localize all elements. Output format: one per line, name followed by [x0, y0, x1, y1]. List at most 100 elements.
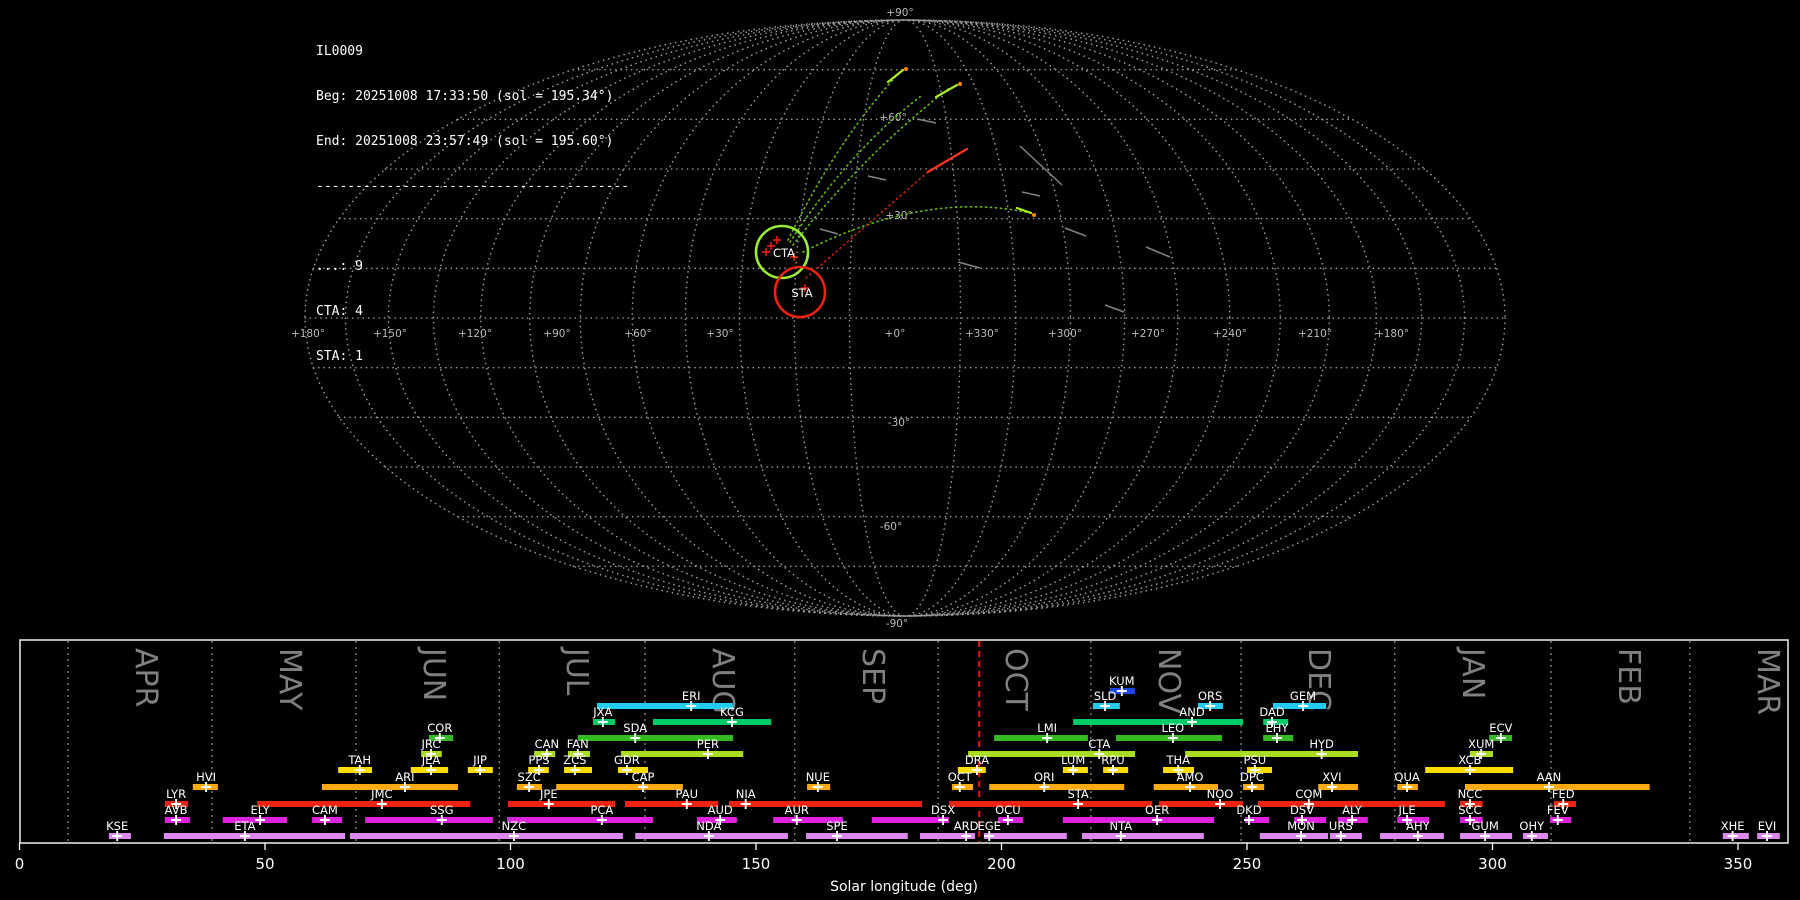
sta-count: STA: 1: [316, 349, 363, 364]
shower-code-label-gem: GEM: [1290, 689, 1316, 703]
shower-code-label-lyr: LYR: [166, 787, 186, 801]
month-label-mar: MAR: [1750, 648, 1785, 715]
shower-code-label-dad: DAD: [1259, 705, 1285, 719]
shower-code-label-eta: ETA: [234, 819, 255, 833]
shower-code-label-ahy: AHY: [1406, 819, 1431, 833]
radiant-label-sta: STA: [791, 286, 812, 300]
axis-tick-label: 0: [15, 855, 25, 873]
map-longitude-label: +240°: [1213, 328, 1247, 340]
shower-code-label-ege: EGE: [977, 819, 1000, 833]
meteor-track-dotted: [805, 171, 929, 279]
axis-tick-label: 100: [496, 855, 525, 873]
shower-bar-sta: [948, 801, 1153, 807]
shower-code-label-noo: NOO: [1207, 787, 1234, 801]
shower-code-label-fev: FEV: [1547, 803, 1569, 817]
sporadic-meteor-track: [1064, 227, 1087, 237]
map-longitude-label: +210°: [1298, 328, 1332, 340]
shower-code-label-cor: COR: [427, 721, 452, 735]
axis-tick-label: 200: [987, 855, 1016, 873]
shower-bar-kcg: [652, 719, 772, 725]
shower-bar-mon: [1259, 833, 1329, 839]
shower-bar-nzc: [349, 833, 623, 839]
shower-code-label-sda: SDA: [623, 721, 647, 735]
shower-code-label-aur: AUR: [785, 803, 809, 817]
month-label-jul: JUL: [559, 646, 594, 696]
shower-code-label-nda: NDA: [696, 819, 721, 833]
shower-code-label-leo: LEO: [1161, 721, 1184, 735]
shower-bar-oer: [1062, 817, 1215, 823]
shower-code-label-kcg: KCG: [720, 705, 744, 719]
shower-code-label-avb: AVB: [165, 803, 188, 817]
shower-code-label-scc: SCC: [1458, 803, 1481, 817]
separator-line: ----------------------------------------: [316, 179, 630, 194]
sky-map-and-timeline-plot: +180° +150° +120° +90° +60° +30° +0° +330° +300°…: [15, 7, 1789, 895]
radiant-label-cta: CTA: [773, 246, 795, 260]
sporadic-meteor-track: [1021, 191, 1041, 197]
shower-bar-lmi: [994, 735, 1088, 741]
shower-bar-and: [1073, 719, 1244, 725]
shower-code-label-fed: FED: [1552, 787, 1575, 801]
shower-code-label-aud: AUD: [708, 803, 733, 817]
shower-code-label-xhe: XHE: [1721, 819, 1745, 833]
shower-code-label-kum: KUM: [1109, 674, 1135, 688]
map-latitude-label: +60°: [879, 112, 906, 124]
shower-code-label-jle: JLE: [1398, 803, 1416, 817]
observation-info-block: IL0009 Beg: 20251008 17:33:50 (sol = 195…: [316, 14, 629, 394]
shower-code-label-hvi: HVI: [196, 770, 216, 784]
shower-code-label-spe: SPE: [826, 819, 848, 833]
meteor-track-begin-point: [904, 67, 908, 71]
shower-code-label-ard: ARD: [954, 819, 979, 833]
shower-bar-spe: [806, 833, 908, 839]
shower-code-label-dpc: DPC: [1240, 770, 1264, 784]
shower-code-label-xcb: XCB: [1458, 753, 1481, 767]
shower-code-label-oer: OER: [1145, 803, 1169, 817]
axis-tick-label: 150: [742, 855, 771, 873]
axis-tick-label: 250: [1233, 855, 1262, 873]
shower-code-label-ori: ORI: [1034, 770, 1054, 784]
shower-code-label-rpu: RPU: [1101, 753, 1124, 767]
shower-code-label-zcs: ZCS: [563, 753, 586, 767]
shower-bar-ori: [989, 784, 1125, 790]
shower-code-label-ely: ELY: [251, 803, 271, 817]
shower-bar-eri: [596, 703, 733, 709]
map-latitude-label: -30°: [888, 417, 910, 429]
meteor-track-bright-segment: [934, 83, 959, 99]
map-longitude-label: +270°: [1131, 328, 1165, 340]
shower-bar-cap: [556, 784, 683, 790]
shower-code-label-xum: XUM: [1468, 737, 1494, 751]
shower-bar-dsx: [871, 817, 949, 823]
shower-code-label-lum: LUM: [1061, 753, 1085, 767]
end-time: End: 20251008 23:57:49 (sol = 195.60°): [316, 134, 614, 149]
month-label-jun: JUN: [416, 646, 451, 701]
shower-bar-eta: [163, 833, 346, 839]
radiant-cross-marker: [762, 248, 770, 256]
shower-bar-hyd: [1185, 751, 1358, 757]
shower-code-label-szc: SZC: [518, 770, 541, 784]
shower-code-label-cam: CAM: [312, 803, 338, 817]
shower-code-label-aly: ALY: [1342, 803, 1363, 817]
meteor-track-begin-point: [958, 82, 962, 86]
shower-code-label-nue: NUE: [806, 770, 830, 784]
shower-code-label-ehy: EHY: [1265, 721, 1289, 735]
shower-code-label-ohy: OHY: [1519, 819, 1545, 833]
shower-code-label-gum: GUM: [1472, 819, 1499, 833]
sporadic-meteor-track: [819, 228, 839, 235]
map-latitude-label: -90°: [886, 618, 908, 630]
shower-code-label-jea: JEA: [421, 753, 441, 767]
shower-code-label-oct: OCT: [948, 770, 973, 784]
meteor-track-dotted: [802, 206, 1031, 253]
shower-code-label-cap: CAP: [632, 770, 655, 784]
map-latitude-label: -60°: [880, 521, 902, 533]
month-label-apr: APR: [128, 648, 163, 707]
shower-code-label-aan: AAN: [1537, 770, 1562, 784]
map-longitude-label: +30°: [706, 328, 733, 340]
shower-code-label-tah: TAH: [347, 753, 371, 767]
begin-time: Beg: 20251008 17:33:50 (sol = 195.34°): [316, 89, 614, 104]
sporadic-meteor-track: [1104, 304, 1125, 313]
month-label-may: MAY: [272, 648, 307, 711]
shower-bar-xvi: [1318, 784, 1358, 790]
map-longitude-label: +330°: [965, 328, 999, 340]
shower-bar-ege: [983, 833, 1067, 839]
shower-code-label-jmc: JMC: [370, 787, 392, 801]
axis-title: Solar longitude (deg): [830, 879, 978, 895]
